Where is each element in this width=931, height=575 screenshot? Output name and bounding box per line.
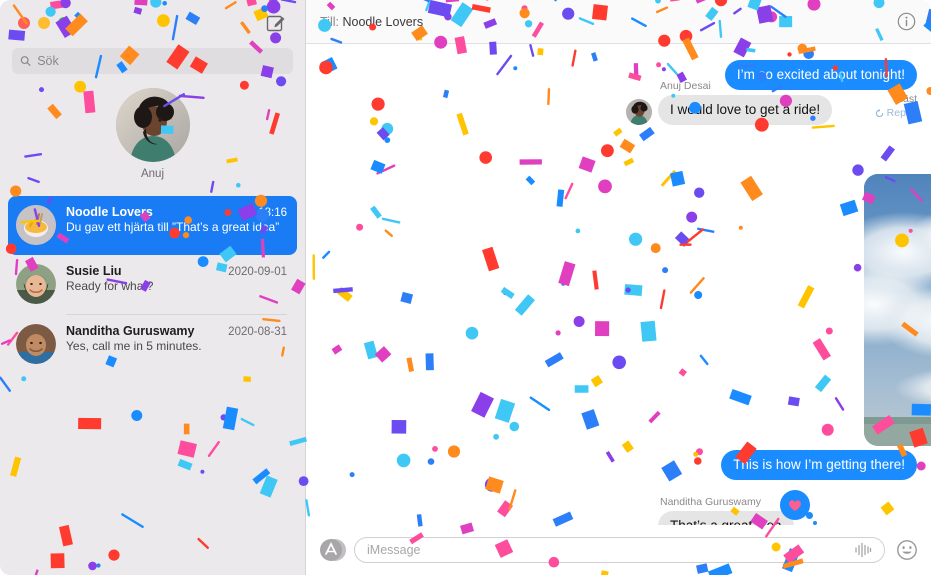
- tapback-tail-dot: [812, 521, 817, 525]
- avatar: [16, 324, 56, 364]
- audio-waveform-icon[interactable]: [854, 542, 872, 558]
- conversation-item-susie-liu[interactable]: Susie Liu 2020-09-01 Ready for what?: [8, 255, 297, 314]
- message-incoming-great-idea: Nanditha Guruswamy That’s a great idea: [626, 490, 817, 525]
- recipient-name: Noodle Lovers: [342, 14, 424, 29]
- avatar: [115, 88, 190, 162]
- replay-icon: [875, 108, 883, 117]
- chat-recipient[interactable]: Till: Noodle Lovers: [320, 15, 423, 29]
- message-transcript: I’m so excited about tonight! Läst Repri…: [306, 44, 931, 525]
- conversation-time: 18:16: [258, 207, 287, 219]
- close-button[interactable]: [18, 17, 30, 29]
- heart-icon: [788, 500, 801, 511]
- conversation-time: 2020-08-31: [228, 326, 287, 338]
- search-field[interactable]: [12, 48, 293, 74]
- search-icon: [20, 56, 31, 66]
- chat-header: Till: Noodle Lovers: [306, 0, 931, 44]
- chat-panel: Till: Noodle Lovers I’m so excited about…: [306, 0, 931, 575]
- messages-window: Anuj Noodle: [0, 0, 931, 575]
- pinned-contact-name: Anuj: [140, 168, 165, 180]
- message-input-field[interactable]: [354, 537, 885, 563]
- traffic-lights: [18, 17, 70, 29]
- titlebar: [0, 0, 305, 44]
- sidebar: Anuj Noodle: [0, 0, 306, 575]
- message-bubble[interactable]: This is how I’m getting there!: [721, 450, 921, 480]
- tapback-heart[interactable]: [779, 490, 817, 525]
- pinned-contact[interactable]: Anuj: [0, 88, 305, 180]
- conversation-preview: Ready for what?: [66, 279, 154, 293]
- message-outgoing-getting-there: This is how I’m getting there!: [721, 450, 921, 480]
- app-store-icon[interactable]: [318, 537, 346, 563]
- conversation-item-nanditha-guruswamy[interactable]: Nanditha Guruswamy 2020-08-31 Yes, call …: [8, 315, 297, 374]
- avatar: [626, 99, 652, 125]
- tapback-tail-dot: [805, 512, 813, 519]
- emoji-smiley-icon[interactable]: [895, 538, 919, 562]
- conversation-name: Noodle Lovers: [66, 205, 153, 219]
- conversation-list: Noodle Lovers 18:16 Du gav ett hjärta ti…: [0, 196, 305, 374]
- replay-button[interactable]: Repris: [875, 107, 917, 119]
- conversation-name: Susie Liu: [66, 264, 122, 278]
- conversation-name: Nanditha Guruswamy: [66, 324, 195, 338]
- photo-attachment[interactable]: [864, 174, 931, 446]
- zoom-button[interactable]: [58, 17, 70, 29]
- composer: [306, 525, 931, 575]
- message-sender: Nanditha Guruswamy: [660, 496, 761, 508]
- minimize-button[interactable]: [38, 17, 50, 29]
- message-incoming-ride: Anuj Desai I would love to get a ride!: [626, 80, 833, 125]
- conversation-preview: Yes, call me in 5 minutes.: [66, 339, 202, 353]
- avatar: [16, 205, 56, 245]
- message-input[interactable]: [367, 543, 854, 557]
- search-input[interactable]: [37, 54, 285, 68]
- info-icon[interactable]: [896, 11, 917, 32]
- conversation-time: 2020-09-01: [228, 266, 287, 278]
- to-label: Till:: [320, 14, 339, 29]
- avatar: [16, 264, 56, 304]
- compose-icon[interactable]: [265, 12, 287, 34]
- message-sender: Anuj Desai: [660, 80, 711, 92]
- message-bubble[interactable]: That’s a great idea: [658, 511, 794, 525]
- conversation-preview: Du gav ett hjärta till ”That’s a great i…: [66, 220, 280, 234]
- message-status: Läst: [897, 93, 917, 105]
- message-bubble[interactable]: I would love to get a ride!: [653, 95, 833, 125]
- replay-label: Repris: [886, 107, 917, 119]
- conversation-item-noodle-lovers[interactable]: Noodle Lovers 18:16 Du gav ett hjärta ti…: [8, 196, 297, 255]
